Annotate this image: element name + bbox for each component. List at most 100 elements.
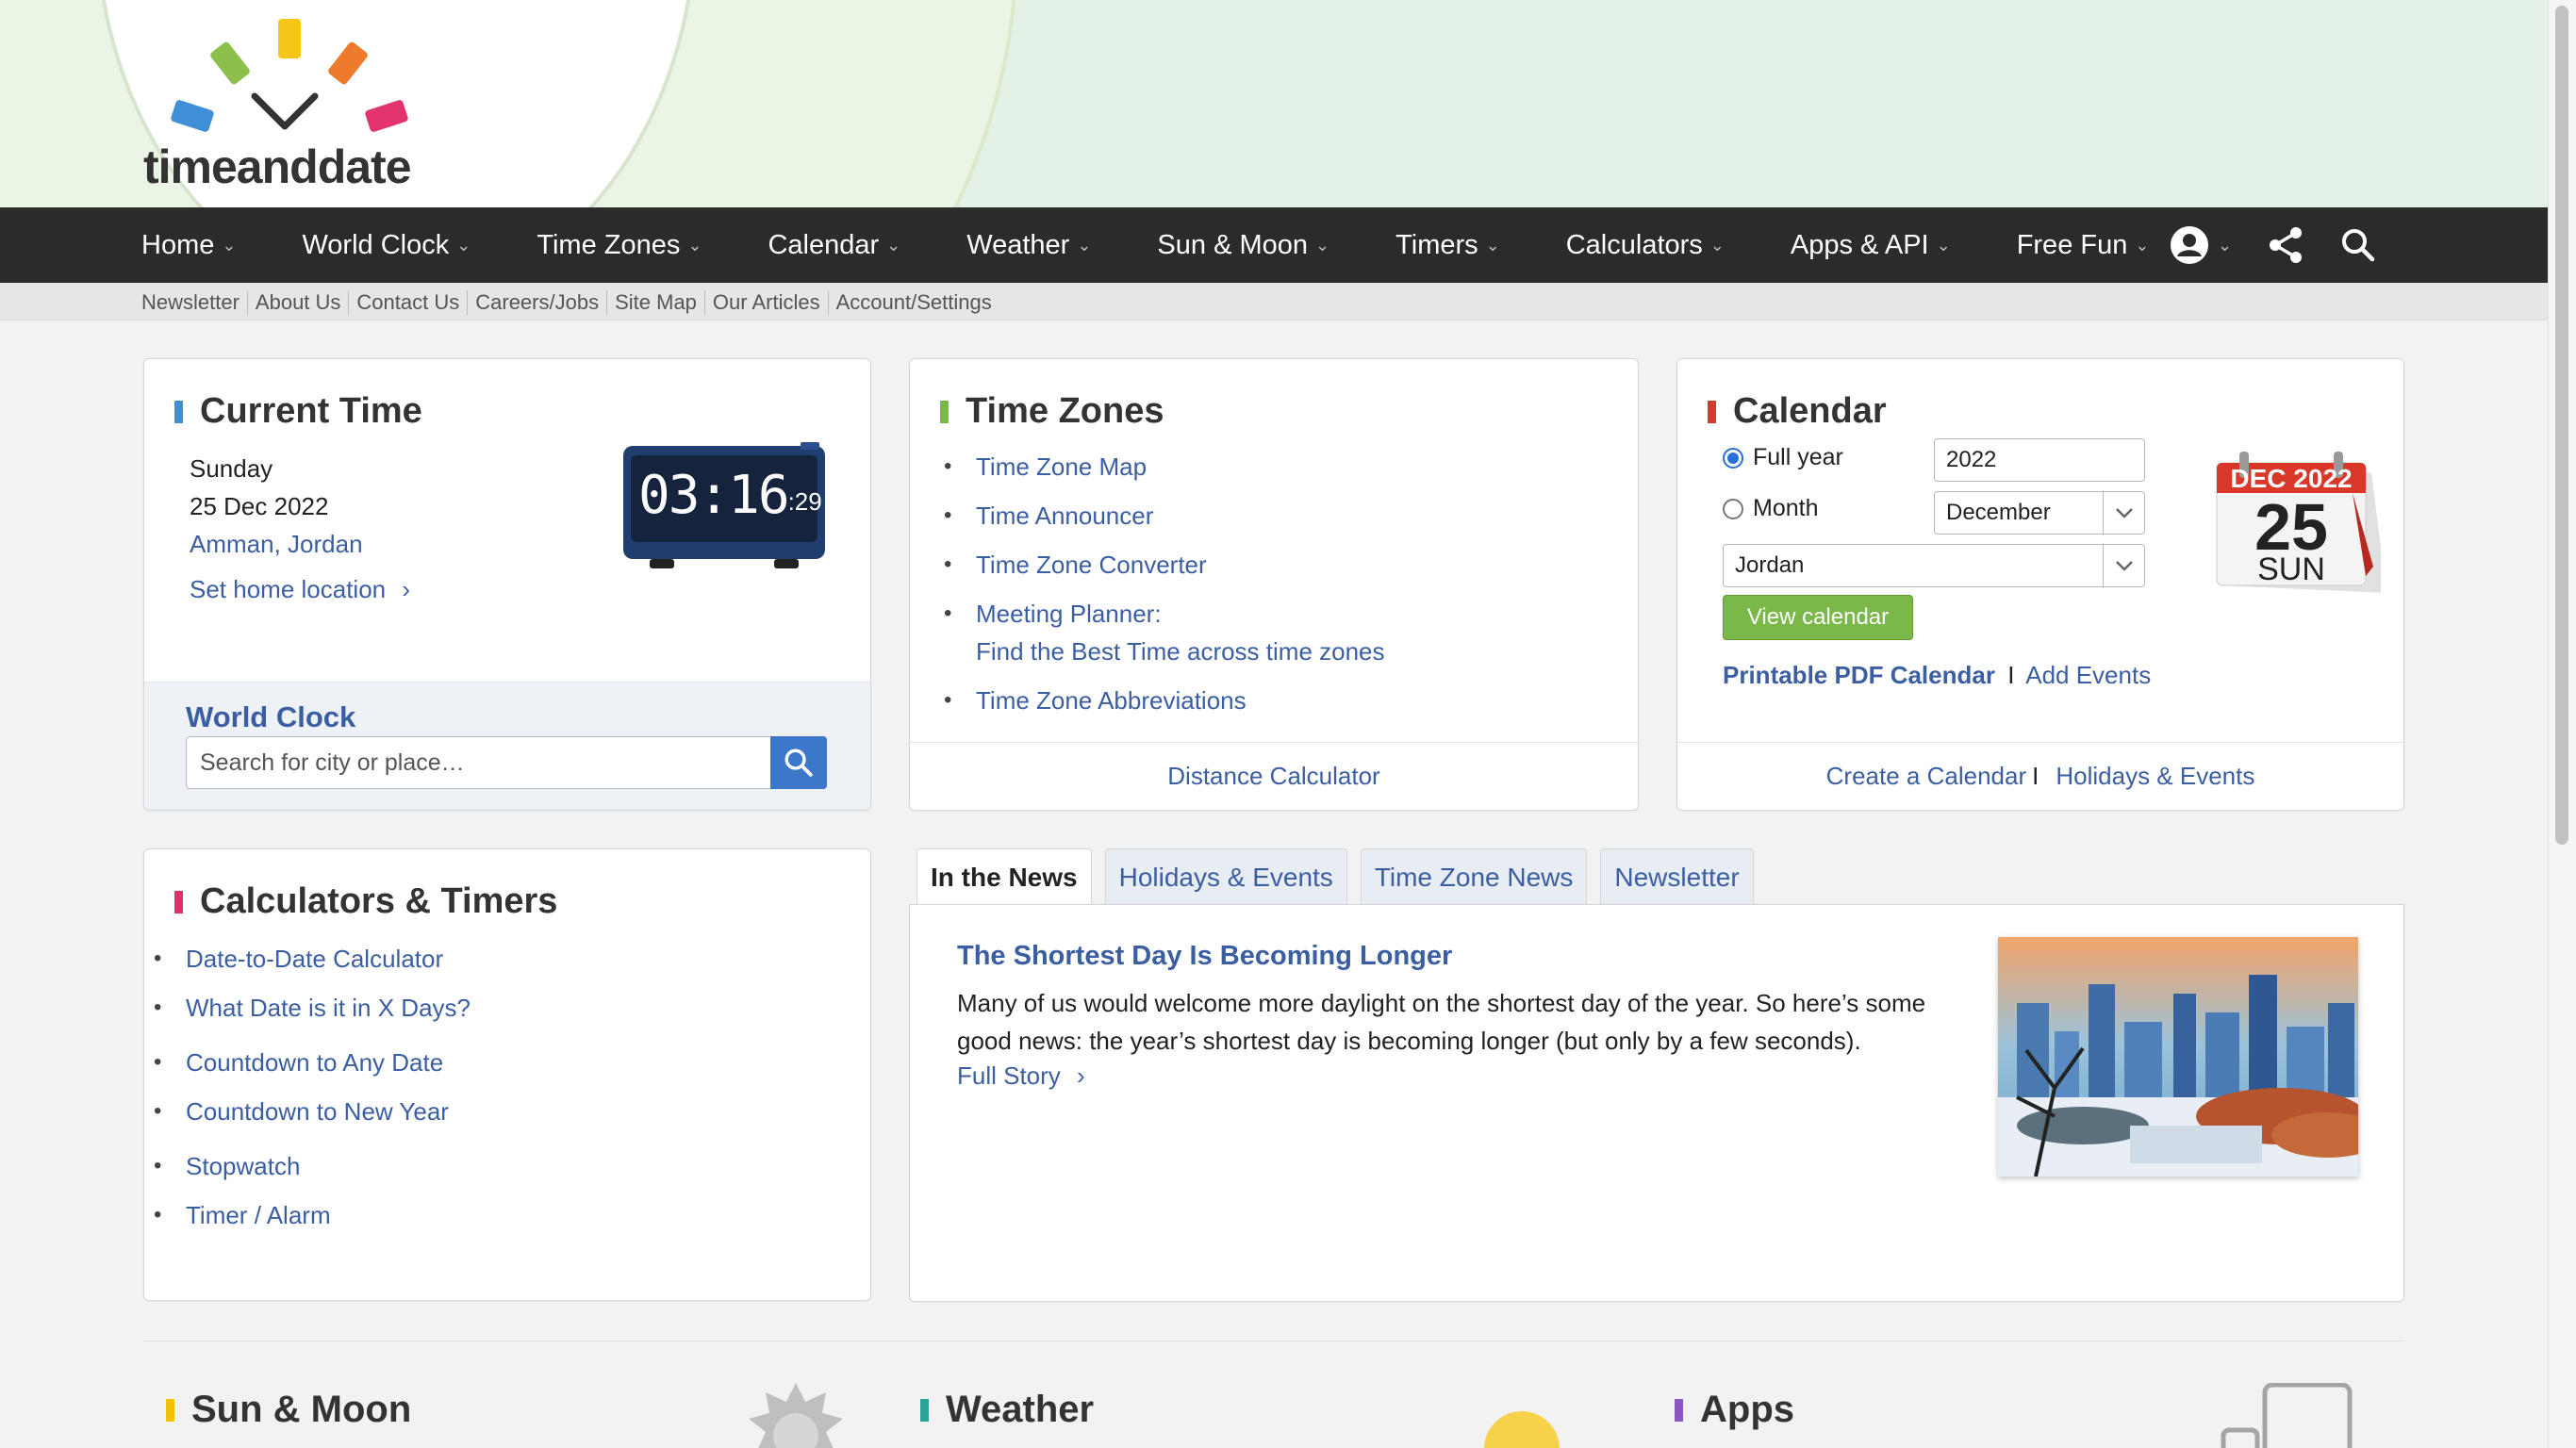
logo-mark-icon: [171, 19, 408, 132]
page-scrollbar[interactable]: [2548, 0, 2576, 1448]
city-search-button[interactable]: [770, 736, 827, 789]
card-title-text: Current Time: [200, 391, 422, 431]
nav-label: Free Fun: [2016, 229, 2128, 260]
link-time-zone-map[interactable]: Time Zone Map: [934, 448, 1385, 485]
card-title-text: Calculators & Timers: [200, 881, 558, 921]
create-calendar-link[interactable]: Create a Calendar: [1826, 762, 2026, 791]
chevron-right-icon: ›: [1077, 1061, 1085, 1090]
nav-calculators[interactable]: Calculators ⌄: [1566, 230, 1725, 261]
year-value: 2022: [1946, 447, 1997, 472]
tab-in-the-news[interactable]: In the News: [916, 848, 1092, 906]
logo-text: timeanddate: [143, 140, 412, 193]
clock-hours-minutes: 03:16: [638, 465, 790, 526]
title-bar: [174, 890, 183, 913]
link-date-to-date[interactable]: Date-to-Date Calculator: [144, 940, 471, 978]
nav-calendar[interactable]: Calendar ⌄: [768, 230, 900, 261]
separator: I: [2007, 661, 2015, 689]
view-calendar-button[interactable]: View calendar: [1723, 595, 1913, 640]
title-bar: [1675, 1398, 1683, 1422]
section-title-text: Sun & Moon: [191, 1389, 412, 1430]
nav-apps-api[interactable]: Apps & API ⌄: [1791, 230, 1951, 261]
link-countdown-new-year[interactable]: Countdown to New Year: [144, 1093, 471, 1130]
nav-label: Sun & Moon: [1157, 229, 1309, 260]
printable-pdf-calendar-link[interactable]: Printable PDF Calendar: [1723, 661, 1995, 689]
subnav-account-settings[interactable]: Account/Settings: [827, 290, 999, 315]
nav-home[interactable]: Home ⌄: [141, 230, 236, 261]
nav-world-clock[interactable]: World Clock ⌄: [302, 230, 471, 261]
section-apps[interactable]: Apps: [1675, 1389, 1794, 1431]
month-select[interactable]: December: [1934, 491, 2145, 535]
subnav-articles[interactable]: Our Articles: [703, 290, 828, 315]
tab-time-zone-news[interactable]: Time Zone News: [1360, 848, 1588, 905]
add-events-link[interactable]: Add Events: [2025, 661, 2151, 689]
subnav-newsletter[interactable]: Newsletter: [141, 290, 247, 315]
section-weather[interactable]: Weather: [920, 1389, 1094, 1431]
weekday: Sunday: [190, 454, 273, 483]
link-time-zone-converter[interactable]: Time Zone Converter: [934, 546, 1385, 584]
section-title-text: Weather: [946, 1389, 1095, 1430]
link-stopwatch[interactable]: Stopwatch: [144, 1147, 471, 1185]
location-link[interactable]: Amman, Jordan: [190, 525, 410, 563]
chevron-down-icon: ⌄: [1936, 235, 1951, 255]
distance-calculator-link[interactable]: Distance Calculator: [1167, 762, 1379, 791]
country-select[interactable]: Jordan: [1723, 544, 2145, 587]
news-image[interactable]: [1998, 937, 2358, 1176]
full-story-label: Full Story: [957, 1061, 1061, 1090]
nav-sun-moon[interactable]: Sun & Moon ⌄: [1157, 230, 1329, 261]
clock-seconds: :29: [787, 487, 822, 516]
chevron-down-icon: ⌄: [456, 235, 471, 255]
logo[interactable]: timeanddate: [140, 9, 441, 198]
nav-free-fun[interactable]: Free Fun ⌄: [2017, 230, 2150, 261]
link-meeting-planner[interactable]: Meeting Planner: Find the Best Time acro…: [934, 595, 1385, 670]
nav-label: Calculators: [1565, 229, 1703, 260]
calendar-icon-weekday: SUN: [2257, 551, 2325, 587]
tab-newsletter[interactable]: Newsletter: [1600, 848, 1754, 905]
section-sun-moon[interactable]: Sun & Moon: [166, 1389, 411, 1431]
link-countdown-any-date[interactable]: Countdown to Any Date: [144, 1044, 471, 1081]
holidays-events-link[interactable]: Holidays & Events: [2056, 762, 2254, 791]
city-park-winter-image: [1998, 937, 2358, 1176]
share-icon: [2270, 227, 2303, 263]
subnav-contact-us[interactable]: Contact Us: [348, 290, 467, 315]
search-button[interactable]: [2339, 226, 2377, 264]
nav-label: Timers: [1395, 229, 1478, 260]
nav-label: Weather: [966, 229, 1070, 260]
card-title: Calculators & Timers: [174, 881, 557, 922]
nav-time-zones[interactable]: Time Zones ⌄: [537, 230, 702, 261]
devices-icon: [2221, 1383, 2353, 1448]
card-title-text: Calendar: [1733, 391, 1887, 431]
subnav-about-us[interactable]: About Us: [246, 290, 349, 315]
share-button[interactable]: [2266, 225, 2305, 265]
card-title-text: Time Zones: [966, 391, 1164, 431]
account-menu[interactable]: ⌄: [2169, 224, 2232, 266]
nav-timers[interactable]: Timers ⌄: [1395, 230, 1500, 261]
world-clock-title[interactable]: World Clock: [186, 700, 355, 734]
time-zones-list: Time Zone Map Time Announcer Time Zone C…: [934, 448, 1385, 731]
set-home-location-link[interactable]: Set home location ›: [190, 570, 410, 608]
scrollbar-thumb[interactable]: [2555, 6, 2568, 845]
title-bar: [174, 400, 183, 423]
calculators-timers-card: Calculators & Timers Date-to-Date Calcul…: [143, 848, 871, 1301]
chevron-down-icon: ⌄: [886, 235, 901, 255]
link-date-in-x-days[interactable]: What Date is it in X Days?: [144, 989, 471, 1027]
month-option[interactable]: Month: [1723, 495, 1818, 522]
link-time-zone-abbreviations[interactable]: Time Zone Abbreviations: [934, 682, 1385, 719]
nav-weather[interactable]: Weather ⌄: [966, 230, 1091, 261]
chevron-down-icon: ⌄: [1077, 235, 1092, 255]
news-headline[interactable]: The Shortest Day Is Becoming Longer: [957, 941, 1452, 972]
tab-holidays-events[interactable]: Holidays & Events: [1104, 848, 1347, 905]
link-timer-alarm[interactable]: Timer / Alarm: [144, 1196, 471, 1234]
chevron-down-icon: ⌄: [687, 235, 702, 255]
calculators-list: Date-to-Date Calculator What Date is it …: [144, 940, 471, 1234]
full-year-option[interactable]: Full year: [1723, 444, 1843, 471]
separator: I: [2032, 762, 2039, 790]
subnav-careers[interactable]: Careers/Jobs: [467, 290, 606, 315]
user-icon: [2171, 226, 2208, 264]
country-value: Jordan: [1735, 552, 1805, 578]
news-body: Many of us would welcome more daylight o…: [957, 989, 1926, 1055]
link-time-announcer[interactable]: Time Announcer: [934, 497, 1385, 535]
full-story-link[interactable]: Full Story ›: [957, 1061, 1085, 1091]
city-search-input[interactable]: [187, 737, 752, 788]
year-input[interactable]: 2022: [1934, 438, 2145, 482]
subnav-site-map[interactable]: Site Map: [606, 290, 704, 315]
